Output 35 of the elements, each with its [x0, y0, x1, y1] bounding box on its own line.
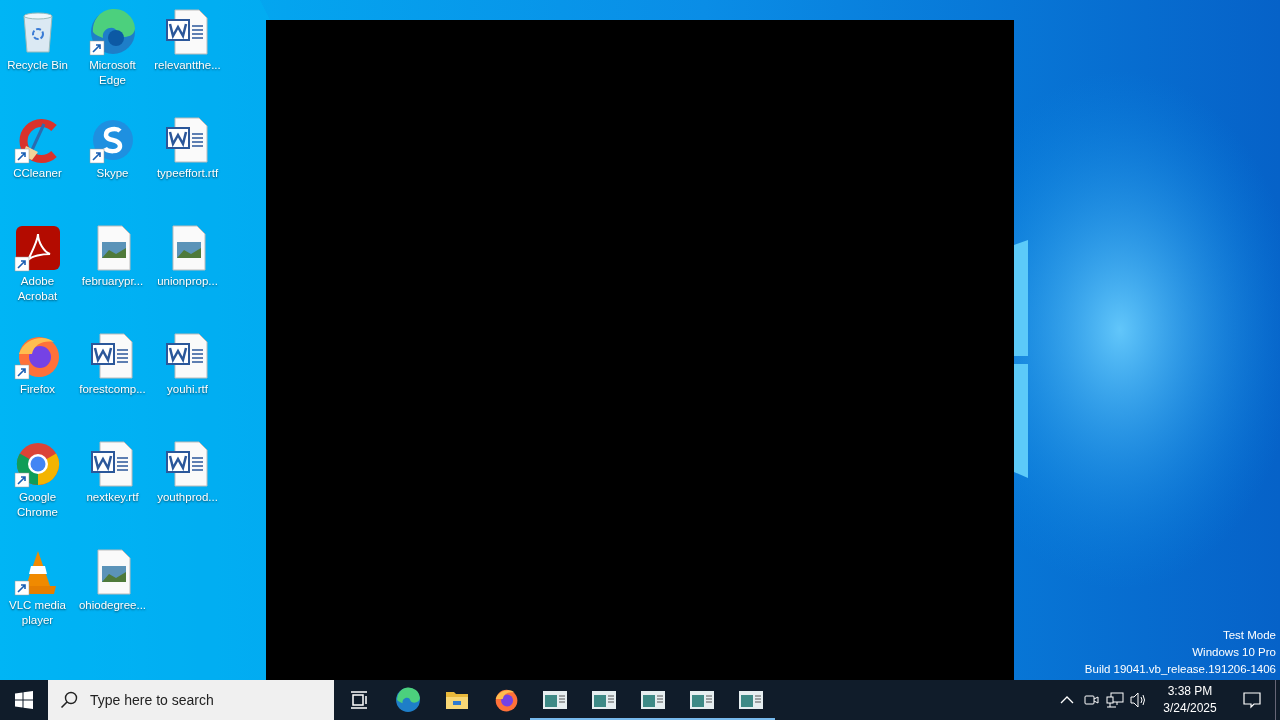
- window-icon: [591, 691, 616, 709]
- system-info-text: Windows 10 Pro: [1192, 645, 1276, 660]
- clock-time[interactable]: 3:38 PM: [1167, 683, 1213, 700]
- icon-label: Recycle Bin: [6, 58, 69, 73]
- icon-label: Adobe Acrobat: [16, 274, 59, 304]
- icon-label: youhi.rtf: [166, 382, 209, 397]
- task-view-icon: [348, 690, 369, 710]
- icon-label: forestcomp...: [78, 382, 147, 397]
- search-input[interactable]: Type here to search: [88, 691, 312, 709]
- icon-label: februarypr...: [80, 274, 145, 289]
- icon-label: youthprod...: [156, 490, 219, 505]
- icon-label: Microsoft Edge: [88, 58, 137, 88]
- icon-label: VLC media player: [8, 598, 67, 628]
- icon-label: Skype: [95, 166, 130, 181]
- swirl-logo-icon: [394, 687, 421, 713]
- icon-label: Google Chrome: [16, 490, 59, 520]
- window-icon: [640, 691, 665, 709]
- icon-label: ohiodegree...: [77, 598, 148, 613]
- window-icon: [738, 691, 763, 709]
- window-icon: [689, 691, 714, 709]
- speech-bubble-icon: [1243, 691, 1261, 709]
- folder-icon: [444, 689, 469, 711]
- search-icon: [60, 691, 78, 709]
- icon-label: unionprop...: [156, 274, 219, 289]
- windows-logo-icon: [15, 691, 33, 709]
- search-field[interactable]: Type here to search: [48, 680, 334, 720]
- icon-label: nextkey.rtf: [85, 490, 140, 505]
- window-icon: [542, 691, 567, 709]
- icon-label: typeeffort.rtf: [155, 166, 220, 181]
- system-info-text: Test Mode: [1222, 628, 1276, 643]
- icon-label: CCleaner: [12, 166, 63, 181]
- icon-label: Firefox: [18, 382, 57, 397]
- system-info-text: Build 19041.vb_release.191206-1406: [1084, 662, 1276, 677]
- clock-date[interactable]: 3/24/2025: [1163, 700, 1217, 717]
- icon-label: relevantthe...: [153, 58, 222, 73]
